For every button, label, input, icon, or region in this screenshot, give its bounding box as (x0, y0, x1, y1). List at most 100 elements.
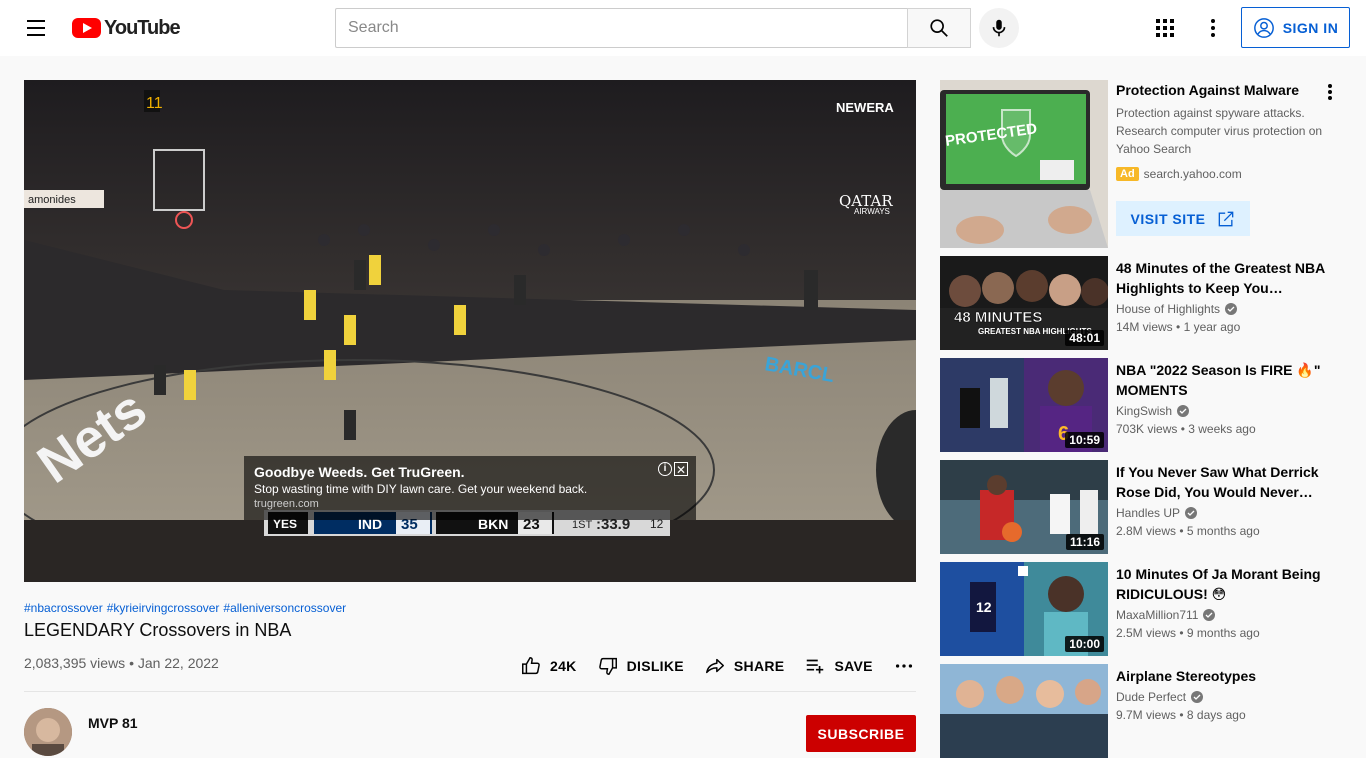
video-title: LEGENDARY Crossovers in NBA (24, 620, 292, 640)
channel-name[interactable]: House of Highlights (1116, 302, 1220, 316)
sign-in-label: SIGN IN (1282, 19, 1339, 36)
upload-date: Jan 22, 2022 (137, 655, 219, 671)
menu-icon[interactable] (16, 8, 56, 48)
upload-age: 5 months ago (1186, 524, 1260, 538)
video-title[interactable]: 48 Minutes of the Greatest NBA Highlight… (1116, 258, 1336, 298)
visit-site-label: VISIT SITE (1130, 210, 1206, 227)
share-button[interactable]: SHARE (694, 648, 795, 684)
video-stats: 9.7M views • 8 days ago (1116, 708, 1246, 722)
channel-name[interactable]: MaxaMillion711 (1116, 608, 1198, 622)
more-horizontal-icon (895, 664, 912, 668)
save-button[interactable]: SAVE (794, 648, 882, 684)
video-thumbnail[interactable]: 12 10:00 (940, 562, 1108, 656)
video-actions: 24K DISLIKE SHARE SAVE (510, 648, 925, 684)
close-icon[interactable]: ✕ (674, 462, 688, 477)
video-stats: 2.5M views • 9 months ago (1116, 626, 1260, 640)
ad-thumbnail-image: PROTECTED (940, 80, 1108, 248)
verified-icon (1225, 303, 1238, 315)
divider (24, 691, 916, 692)
channel-name[interactable]: Handles UP (1116, 506, 1180, 520)
recommended-video[interactable]: Airplane Stereotypes Dude Perfect 9.7M v… (940, 664, 1350, 758)
video-thumbnail[interactable]: 11:16 (940, 460, 1108, 554)
upload-age: 1 year ago (1183, 320, 1241, 334)
channel-name[interactable]: MVP 81 (88, 715, 138, 731)
ad-menu-button[interactable] (1318, 80, 1342, 104)
youtube-play-icon (72, 18, 101, 38)
view-count: 2,083,395 views (24, 655, 126, 671)
video-thumbnail[interactable] (940, 664, 1108, 758)
svg-text:12: 12 (976, 599, 992, 615)
verified-icon (1191, 691, 1204, 703)
video-meta: 2,083,395 views • Jan 22, 2022 (24, 655, 219, 671)
sidebar-ad[interactable]: PROTECTED Protection Against Malware Pro… (940, 80, 1350, 248)
ad-overlay-title: Goodbye Weeds. Get TruGreen. (254, 464, 465, 480)
upload-age: 3 weeks ago (1188, 422, 1256, 436)
sign-in-button[interactable]: SIGN IN (1241, 7, 1350, 48)
search-input[interactable] (336, 9, 908, 47)
ad-thumbnail[interactable]: PROTECTED (940, 80, 1108, 248)
view-count: 14M views (1116, 320, 1173, 334)
account-icon (1253, 17, 1274, 38)
youtube-logo[interactable]: YouTube (72, 17, 181, 39)
voice-search-button[interactable] (979, 8, 1019, 48)
ad-badge: Ad (1116, 167, 1139, 181)
recommended-video[interactable]: 11:16 If You Never Saw What Derrick Rose… (940, 460, 1350, 554)
hashtag-link[interactable]: #kyrieirvingcrossover (107, 601, 220, 615)
save-label: SAVE (834, 658, 873, 674)
more-vertical-icon (1328, 84, 1332, 100)
external-link-icon (1218, 211, 1233, 226)
recommended-video[interactable]: 6 10:59 NBA "2022 Season Is FIRE 🔥" MOME… (940, 358, 1350, 452)
view-count: 2.8M views (1116, 524, 1177, 538)
more-vertical-icon (1211, 19, 1215, 37)
apps-button[interactable] (1145, 8, 1185, 48)
more-actions-button[interactable] (883, 648, 925, 684)
verified-icon (1185, 507, 1198, 519)
verified-icon (1203, 609, 1216, 621)
upload-age: 9 months ago (1186, 626, 1260, 640)
video-duration: 10:59 (1065, 432, 1104, 448)
video-title[interactable]: Airplane Stereotypes (1116, 666, 1336, 686)
visit-site-button[interactable]: VISIT SITE (1116, 201, 1250, 236)
video-thumbnail[interactable]: 6 10:59 (940, 358, 1108, 452)
view-count: 9.7M views (1116, 708, 1177, 722)
search-box (335, 8, 908, 48)
hashtags: #nbacrossover #kyrieirvingcrossover #all… (24, 601, 346, 615)
channel-avatar[interactable] (24, 708, 72, 756)
ad-title[interactable]: Protection Against Malware (1116, 82, 1299, 98)
microphone-icon (992, 19, 1006, 37)
verified-icon (1177, 405, 1190, 417)
ad-info-icon[interactable]: i (658, 462, 672, 476)
recommended-video[interactable]: 12 10:00 10 Minutes Of Ja Morant Being R… (940, 562, 1350, 656)
svg-text:AIRWAYS: AIRWAYS (854, 207, 890, 216)
search-icon (930, 19, 948, 37)
subscribe-button[interactable]: SUBSCRIBE (806, 715, 916, 752)
settings-more-button[interactable] (1193, 8, 1233, 48)
video-duration: 48:01 (1065, 330, 1104, 346)
svg-text:amonides: amonides (28, 194, 76, 206)
video-player[interactable]: amonides NEWERA QATAR AIRWAYS BARCL Nets… (24, 80, 916, 582)
dislike-button[interactable]: DISLIKE (587, 648, 694, 684)
channel-row: Handles UP (1116, 506, 1198, 520)
video-ad-overlay[interactable]: Goodbye Weeds. Get TruGreen. Stop wastin… (244, 456, 696, 520)
thumbnail-image (940, 664, 1108, 758)
ad-overlay-description: Stop wasting time with DIY lawn care. Ge… (254, 482, 588, 496)
video-title[interactable]: 10 Minutes Of Ja Morant Being RIDICULOUS… (1116, 564, 1336, 604)
ad-overlay-url: trugreen.com (254, 498, 319, 510)
video-title[interactable]: NBA "2022 Season Is FIRE 🔥" MOMENTS (1116, 360, 1336, 400)
video-title[interactable]: If You Never Saw What Derrick Rose Did, … (1116, 462, 1336, 502)
thumbs-down-icon (598, 657, 617, 675)
video-thumbnail[interactable]: 48 MINUTES GREATEST NBA HIGHLIGHTS 48:01 (940, 256, 1108, 350)
view-count: 703K views (1116, 422, 1178, 436)
avatar-image (24, 708, 72, 756)
channel-name[interactable]: Dude Perfect (1116, 690, 1186, 704)
like-button[interactable]: 24K (510, 648, 587, 684)
search-button[interactable] (907, 8, 971, 48)
recommended-video[interactable]: 48 MINUTES GREATEST NBA HIGHLIGHTS 48:01… (940, 256, 1350, 350)
video-duration: 11:16 (1065, 534, 1104, 550)
hashtag-link[interactable]: #alleniversoncrossover (223, 601, 346, 615)
channel-name[interactable]: KingSwish (1116, 404, 1172, 418)
hashtag-link[interactable]: #nbacrossover (24, 601, 103, 615)
ad-source-row: Ad search.yahoo.com (1116, 167, 1242, 181)
svg-text:11: 11 (146, 95, 163, 112)
channel-row: MaxaMillion711 (1116, 608, 1216, 622)
